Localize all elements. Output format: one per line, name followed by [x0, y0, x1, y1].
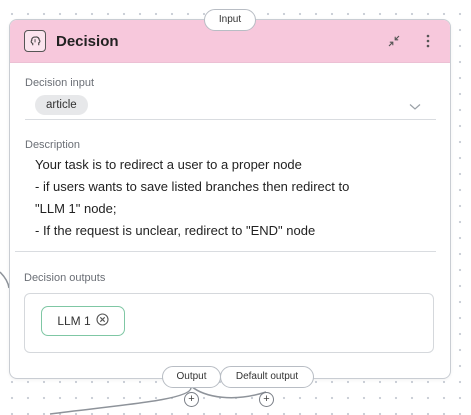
- vertical-dots-icon[interactable]: [420, 33, 436, 49]
- output-handle[interactable]: Output: [162, 366, 221, 388]
- plus-icon[interactable]: +: [259, 392, 274, 407]
- description-divider: [15, 251, 436, 252]
- description-line: - if users wants to save listed branches…: [35, 179, 350, 194]
- description-line: - If the request is unclear, redirect to…: [35, 223, 316, 238]
- collapse-arrows-icon[interactable]: [386, 33, 402, 49]
- description-line: "LLM 1" node;: [35, 201, 117, 216]
- circle-x-icon[interactable]: [96, 313, 109, 329]
- outputs-label: Decision outputs: [24, 272, 106, 284]
- plus-icon[interactable]: +: [184, 392, 199, 407]
- description-section: Description: [25, 139, 435, 151]
- description-line: Your task is to redirect a user to a pro…: [35, 157, 302, 172]
- output-edge: [49, 387, 192, 415]
- description-label: Description: [25, 139, 81, 151]
- node-title: Decision: [56, 32, 119, 50]
- incoming-edge: [0, 271, 10, 289]
- chevron-down-icon[interactable]: [409, 98, 421, 116]
- decision-outputs-box[interactable]: LLM 1: [24, 293, 434, 353]
- decision-node[interactable]: Decision Decision input article Descript…: [9, 19, 451, 379]
- decision-input-select[interactable]: article: [35, 95, 88, 115]
- decision-input-section: Decision input: [25, 77, 435, 89]
- brain-icon: [24, 30, 46, 52]
- default-output-handle[interactable]: Default output: [220, 366, 314, 388]
- decision-input-chip: article: [35, 95, 88, 115]
- output-chip-label: LLM 1: [57, 314, 91, 328]
- input-divider: [25, 119, 436, 120]
- decision-input-label: Decision input: [25, 77, 95, 89]
- output-chip[interactable]: LLM 1: [41, 306, 125, 336]
- description-text[interactable]: Your task is to redirect a user to a pro…: [35, 154, 440, 242]
- input-handle[interactable]: Input: [204, 9, 256, 31]
